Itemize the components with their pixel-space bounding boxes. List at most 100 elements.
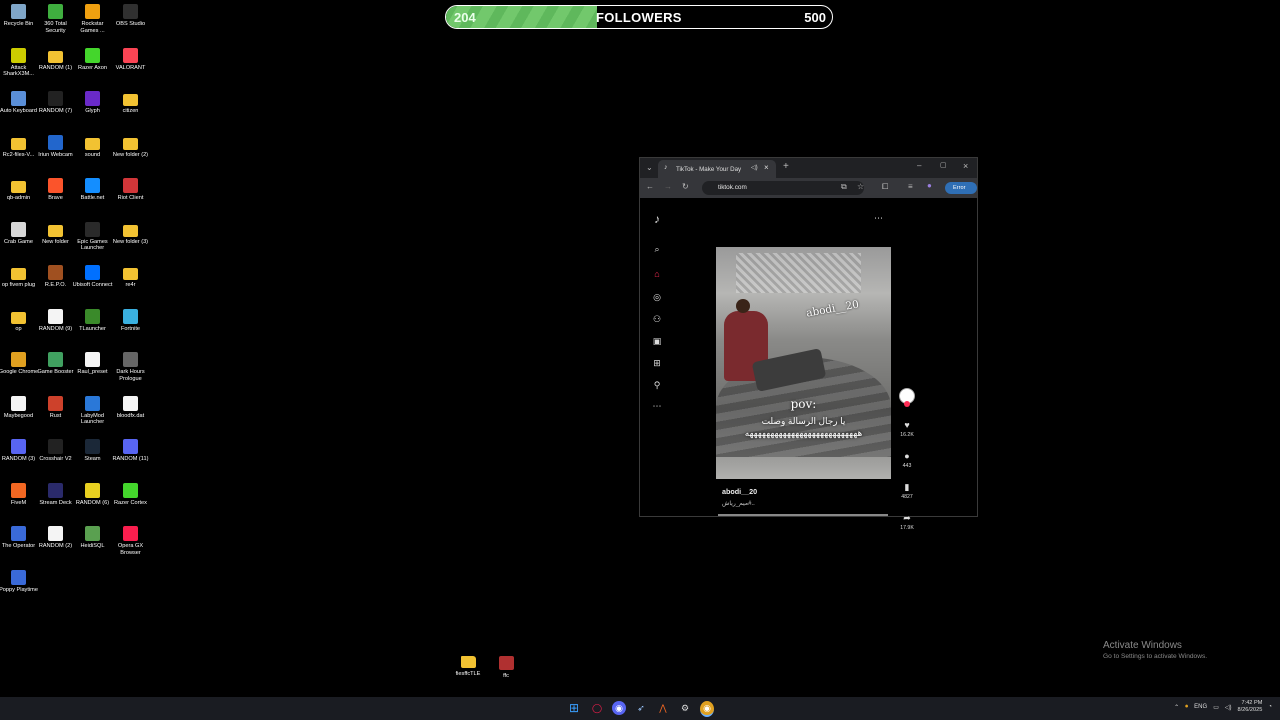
url-field[interactable]: tiktok.com [702,181,864,195]
desktop-icon-360-total-security[interactable]: 360 Total Security [37,4,74,34]
desktop-icon-random-6[interactable]: RANDOM (6) [74,482,111,507]
desktop-icon-rockstar-games[interactable]: Rockstar Games ... [74,4,111,34]
comment-action[interactable]: ● 443 [899,451,915,469]
more-options-icon[interactable]: ⋯ [874,213,883,224]
desktop-icon-new-folder[interactable]: New folder [37,222,74,246]
desktop-icon-attack-sharkx3m[interactable]: Attack SharkX3M... [0,47,37,78]
tray-volume-icon[interactable]: ◁) [1225,704,1232,711]
close-tab-icon[interactable]: × [764,163,769,172]
desktop-icon-op[interactable]: op [0,309,37,333]
taskbar-fivem-icon[interactable]: ⋀ [656,701,670,715]
desktop-icon-tlauncher[interactable]: TLauncher [74,308,111,333]
more-icon[interactable]: ⋯ [651,400,663,412]
extensions-icon[interactable]: ⧠ [882,182,888,192]
tiktok-video[interactable]: abodi__20 pov: يا رجال الرسالة وصلت هههه… [716,247,891,479]
desktop-icon-raul-preset[interactable]: Raul_preset [74,352,111,376]
tray-chevron-up-icon[interactable]: ⌃ [1174,704,1179,711]
install-app-icon[interactable]: ⧉ [841,182,847,192]
desktop-icon-heidisql[interactable]: HeidiSQL [74,526,111,550]
desktop-icon-riot-client[interactable]: Riot Client [112,178,149,202]
tray-clock[interactable]: 7:42 PM 8/26/2025 [1237,700,1262,714]
taskbar-discord-icon[interactable]: ◉ [612,701,626,715]
desktop-icon-sound[interactable]: sound [74,135,111,159]
desktop-icon-random-2[interactable]: RANDOM (2) [37,526,74,550]
desktop-icon-random-9[interactable]: RANDOM (9) [37,308,74,333]
desktop-icon-fivem[interactable]: FiveM [0,482,37,507]
desktop-icon-valorant[interactable]: VALORANT [112,47,149,72]
start-windows-icon[interactable]: ⊞ [567,701,581,715]
save-action[interactable]: ▮ 4827 [899,482,915,500]
share-action[interactable]: ➦ 17.9K [899,513,915,531]
desktop-icon-iriun-webcam[interactable]: Iriun Webcam [37,134,74,159]
tab-search-icon[interactable]: ⌄ [646,163,653,172]
explore-icon[interactable]: ◎ [651,291,663,303]
tab-audio-icon[interactable]: ◁) [751,164,758,171]
desktop-icon-dark-hours-prologue[interactable]: Dark Hours Prologue [112,352,149,382]
desktop-icon-auto-keyboard[interactable]: Auto Keyboard [0,91,37,115]
new-tab-icon[interactable]: + [783,161,789,172]
tray-notification-icon[interactable]: ◔ [1268,704,1272,710]
desktop-icon-obs-studio[interactable]: OBS Studio [112,4,149,28]
tray-network-icon[interactable]: ▭ [1213,704,1219,711]
desktop-icon-razer-cortex[interactable]: Razer Cortex [112,482,149,507]
desktop-icon-the-operator[interactable]: The Operator [0,526,37,550]
desktop-icon-maybegood[interactable]: Maybegood [0,395,37,420]
desktop-icon-razer-axon[interactable]: Razer Axon [74,47,111,72]
desktop-icon-op-fivem-plug[interactable]: op fivem plug [0,265,37,289]
forward-icon[interactable]: → [664,182,672,191]
video-author[interactable]: abodi__20 [722,487,757,496]
bookmark-star-icon[interactable]: ☆ [857,182,864,191]
desktop-icon-new-folder-3[interactable]: New folder (3) [112,222,149,246]
browser-tab-tiktok[interactable]: ♪ TikTok - Make Your Day ◁) × [658,160,776,178]
desktop-icon-steam[interactable]: Steam [74,439,111,463]
desktop-icon-rust[interactable]: Rust [37,395,74,420]
desktop-icon-random-1[interactable]: RANDOM (1) [37,48,74,72]
desktop-icon-fortnite[interactable]: Fortnite [112,308,149,333]
minimize-icon[interactable]: – [917,161,921,170]
desktop-icon-qb-admin[interactable]: qb-admin [0,178,37,202]
desktop-icon-opera-gx-browser[interactable]: Opera GX Browser [112,526,149,556]
profile-avatar-icon[interactable]: ● [927,181,932,190]
following-icon[interactable]: ⚇ [651,313,663,325]
tab-groups-icon[interactable]: ≡ [908,182,913,191]
desktop-icon-recycle-bin[interactable]: Recycle Bin [0,4,37,28]
tray-mic-icon[interactable]: ⏺ [1185,704,1188,711]
video-progress-bar[interactable] [718,514,888,516]
reload-icon[interactable]: ↻ [682,182,689,191]
desktop-icon-labymod-launcher[interactable]: LabyMod Launcher [74,395,111,426]
desktop-icon-rc2-files-v[interactable]: Rc2-files-V... [0,135,37,159]
tiktok-logo-icon[interactable]: ♪ [651,213,663,225]
desktop-icon-fiesffctle[interactable]: fiesffcTLE [453,656,483,677]
desktop-icon-crosshair-v2[interactable]: Crosshair V2 [37,439,74,463]
maximize-icon[interactable]: ▢ [940,161,947,169]
desktop-icon-crab-game[interactable]: Crab Game [0,221,37,246]
taskbar-steam-icon[interactable]: ➶ [634,701,648,715]
desktop-icon-google-chrome[interactable]: Google Chrome [0,352,38,376]
like-action[interactable]: ♥ 16.2K [899,420,915,438]
desktop-icon-ffc[interactable]: ffc [491,656,521,679]
desktop-icon-epic-games-launcher[interactable]: Epic Games Launcher [74,221,111,252]
desktop-icon-poppy-playtime[interactable]: Poppy Playtime [0,569,38,594]
desktop-icon-re4r[interactable]: re4r [112,265,149,289]
desktop-icon-random-11[interactable]: RANDOM (11) [112,439,149,463]
desktop-icon-glyph[interactable]: Glyph [74,91,111,115]
desktop-icon-stream-deck[interactable]: Stream Deck [37,482,74,507]
desktop-icon-game-booster[interactable]: Game Booster [37,352,74,376]
upload-icon[interactable]: ⊞ [651,357,663,369]
profile-icon[interactable]: ⚲ [651,379,663,391]
back-icon[interactable]: ← [646,182,654,191]
desktop-icon-random-3[interactable]: RANDOM (3) [0,439,37,463]
taskbar-settings-icon[interactable]: ⚙ [678,701,692,715]
desktop-icon-bloodfx-dat[interactable]: bloodfx.dat [112,395,149,420]
desktop-icon-new-folder-2[interactable]: New folder (2) [112,135,149,159]
desktop-icon-brave[interactable]: Brave [37,178,74,202]
desktop-icon-r-e-p-o[interactable]: R.E.P.O. [37,265,74,289]
taskbar-opera-gx-icon[interactable]: ◯ [590,701,604,715]
tray-language[interactable]: ENG [1194,704,1207,710]
desktop-icon-battle-net[interactable]: Battle.net [74,178,111,202]
live-icon[interactable]: ▣ [651,335,663,347]
desktop-icon-citizen[interactable]: citizen [112,91,149,115]
desktop-icon-random-7[interactable]: RANDOM (7) [37,91,74,115]
error-button[interactable]: Error [945,182,977,194]
taskbar-chrome-icon[interactable]: ◉ [700,701,714,717]
